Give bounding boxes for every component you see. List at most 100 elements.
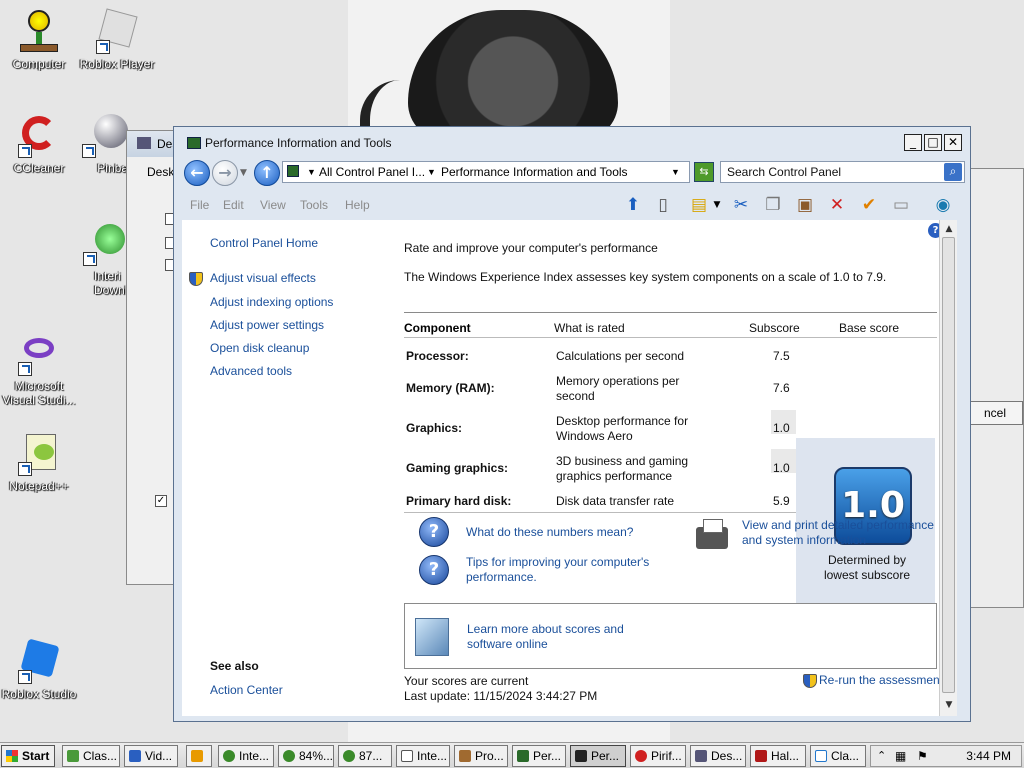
maximize-button[interactable]: □ <box>924 134 942 151</box>
performance-icon <box>575 750 587 762</box>
piriform-icon <box>635 750 647 762</box>
background-window-tab[interactable]: Desk <box>147 165 174 179</box>
desktop-icon-notepadpp[interactable]: Notepad++ <box>0 430 78 493</box>
scroll-up-icon[interactable]: ▲ <box>942 222 956 236</box>
up-button[interactable]: ↑ <box>254 160 280 186</box>
address-chevron-icon[interactable]: ▼ <box>427 162 436 182</box>
half-life-icon <box>755 750 767 762</box>
window-icon <box>695 750 707 762</box>
desktop-icon-visual-studio[interactable]: Microsoft Visual Studi... <box>0 330 78 407</box>
action-center-link[interactable]: Action Center <box>210 683 283 697</box>
close-button[interactable]: ✕ <box>944 134 962 151</box>
minimize-button[interactable]: _ <box>904 134 922 151</box>
clock[interactable]: 3:44 PM <box>966 749 1011 763</box>
desktop-icon-roblox-studio[interactable]: Roblox Studio <box>0 638 78 701</box>
up-folder-icon[interactable]: ⬆ <box>622 194 644 216</box>
tray-chevron-icon[interactable]: ⌃ <box>877 749 886 762</box>
main-heading: Rate and improve your computer's perform… <box>404 241 658 255</box>
paste-icon[interactable]: ▣ <box>794 194 816 216</box>
rerun-assessment-link[interactable]: Re-run the assessment <box>819 673 943 688</box>
classic-icon <box>815 750 827 762</box>
refresh-icon[interactable]: ⇆ <box>694 162 714 182</box>
network-tray-icon[interactable]: ▦ <box>895 749 906 763</box>
open-disk-cleanup-link[interactable]: Open disk cleanup <box>210 341 309 355</box>
taskbar-button-label: Vid... <box>145 749 173 763</box>
copy-icon[interactable]: ❐ <box>762 194 784 216</box>
panel-toggle-icon[interactable]: ▯ <box>652 194 674 216</box>
breadcrumb-root[interactable]: All Control Panel I... <box>319 162 425 182</box>
window-titlebar[interactable]: Performance Information and Tools _ □ ✕ <box>174 127 970 157</box>
address-box[interactable]: ▼ All Control Panel I... ▼ Performance I… <box>282 161 690 183</box>
taskbar-button[interactable]: 87... <box>338 745 392 767</box>
adjust-indexing-options-link[interactable]: Adjust indexing options <box>210 295 333 309</box>
right-background-window[interactable]: ncel <box>966 168 1024 608</box>
search-input[interactable]: Search Control Panel ⌕ <box>720 161 965 183</box>
taskbar-button[interactable]: 84%... <box>278 745 334 767</box>
desktop-icon-internet-download[interactable]: Interi Downl <box>80 220 128 297</box>
forward-button[interactable]: → <box>212 160 238 186</box>
search-placeholder: Search Control Panel <box>727 165 842 179</box>
search-icon[interactable]: ⌕ <box>944 163 962 181</box>
ccleaner-icon <box>16 112 62 158</box>
vertical-scrollbar[interactable]: ▲ ▼ <box>939 220 957 716</box>
breadcrumb-current[interactable]: Performance Information and Tools <box>441 162 628 182</box>
checkmark-icon[interactable]: ✔ <box>858 194 880 216</box>
tips-improving-link[interactable]: Tips for improving your computer's perfo… <box>466 555 666 585</box>
network-icon[interactable]: ◉ <box>932 194 954 216</box>
taskbar-button[interactable]: Des... <box>690 745 746 767</box>
taskbar-button[interactable] <box>186 745 212 767</box>
taskbar-button-label: Hal... <box>771 749 800 763</box>
menu-file[interactable]: File <box>190 198 209 212</box>
taskbar-button[interactable]: Hal... <box>750 745 806 767</box>
delete-icon[interactable]: ✕ <box>826 194 848 216</box>
learn-more-link[interactable]: Learn more about scores and software onl… <box>467 622 647 652</box>
adjust-power-settings-link[interactable]: Adjust power settings <box>210 318 324 332</box>
taskbar-button-active[interactable]: Per... <box>570 745 626 767</box>
cancel-button[interactable]: ncel <box>967 401 1023 425</box>
cut-icon[interactable]: ✂ <box>730 194 752 216</box>
desktop-icon-label: CCleaner <box>13 161 65 175</box>
desktop-icon-roblox-player[interactable]: Roblox Player <box>78 8 156 71</box>
address-chevron-icon[interactable]: ▼ <box>307 162 316 182</box>
uac-shield-icon <box>803 674 817 688</box>
desktop-icon-label: Computer <box>12 57 66 71</box>
performance-window[interactable]: Performance Information and Tools _ □ ✕ … <box>173 126 971 722</box>
adjust-visual-effects-link[interactable]: Adjust visual effects <box>210 271 316 285</box>
recent-pages-chevron-icon[interactable]: ▼ <box>240 168 247 178</box>
shortcut-arrow-icon <box>83 252 97 266</box>
taskbar-button[interactable]: Inte... <box>396 745 450 767</box>
video-icon <box>129 750 141 762</box>
what-numbers-mean-link[interactable]: What do these numbers mean? <box>466 525 633 540</box>
menu-help[interactable]: Help <box>345 198 370 212</box>
advanced-tools-link[interactable]: Advanced tools <box>210 364 292 378</box>
properties-icon[interactable]: ▭ <box>890 194 912 216</box>
action-center-flag-icon[interactable]: ⚑ <box>917 749 928 763</box>
table-bottom-divider <box>404 512 796 513</box>
taskbar-button[interactable]: Pro... <box>454 745 508 767</box>
last-update-text: Last update: 11/15/2024 3:44:27 PM <box>404 689 598 703</box>
desktop-icon-pinball[interactable]: Pinba <box>78 112 128 175</box>
menu-view[interactable]: View <box>260 198 286 212</box>
menu-tools[interactable]: Tools <box>300 198 328 212</box>
document-icon <box>401 750 413 762</box>
scroll-thumb[interactable] <box>942 237 955 693</box>
scroll-down-icon[interactable]: ▼ <box>942 698 956 712</box>
desktop-icon-ccleaner[interactable]: CCleaner <box>0 112 78 175</box>
desktop-icon-computer[interactable]: Computer <box>0 8 78 71</box>
control-panel-home-link[interactable]: Control Panel Home <box>210 236 318 250</box>
row-component: Graphics: <box>406 421 463 435</box>
taskbar-button[interactable]: Clas... <box>62 745 120 767</box>
view-print-details-link[interactable]: View and print detailed performance and … <box>742 518 942 548</box>
back-button[interactable]: ← <box>184 160 210 186</box>
taskbar-button[interactable]: Inte... <box>218 745 274 767</box>
folder-options-chevron-icon[interactable]: ▼ <box>706 194 728 216</box>
address-dropdown-icon[interactable]: ▼ <box>671 162 680 182</box>
start-button[interactable]: Start <box>1 745 55 767</box>
menu-edit[interactable]: Edit <box>223 198 244 212</box>
wallpaper-object <box>408 10 618 140</box>
taskbar-button[interactable]: Vid... <box>124 745 178 767</box>
taskbar-button[interactable]: Cla... <box>810 745 866 767</box>
taskbar-button[interactable]: Per... <box>512 745 566 767</box>
checkbox-checked[interactable]: ✓ <box>155 495 167 507</box>
taskbar-button[interactable]: Pirif... <box>630 745 686 767</box>
